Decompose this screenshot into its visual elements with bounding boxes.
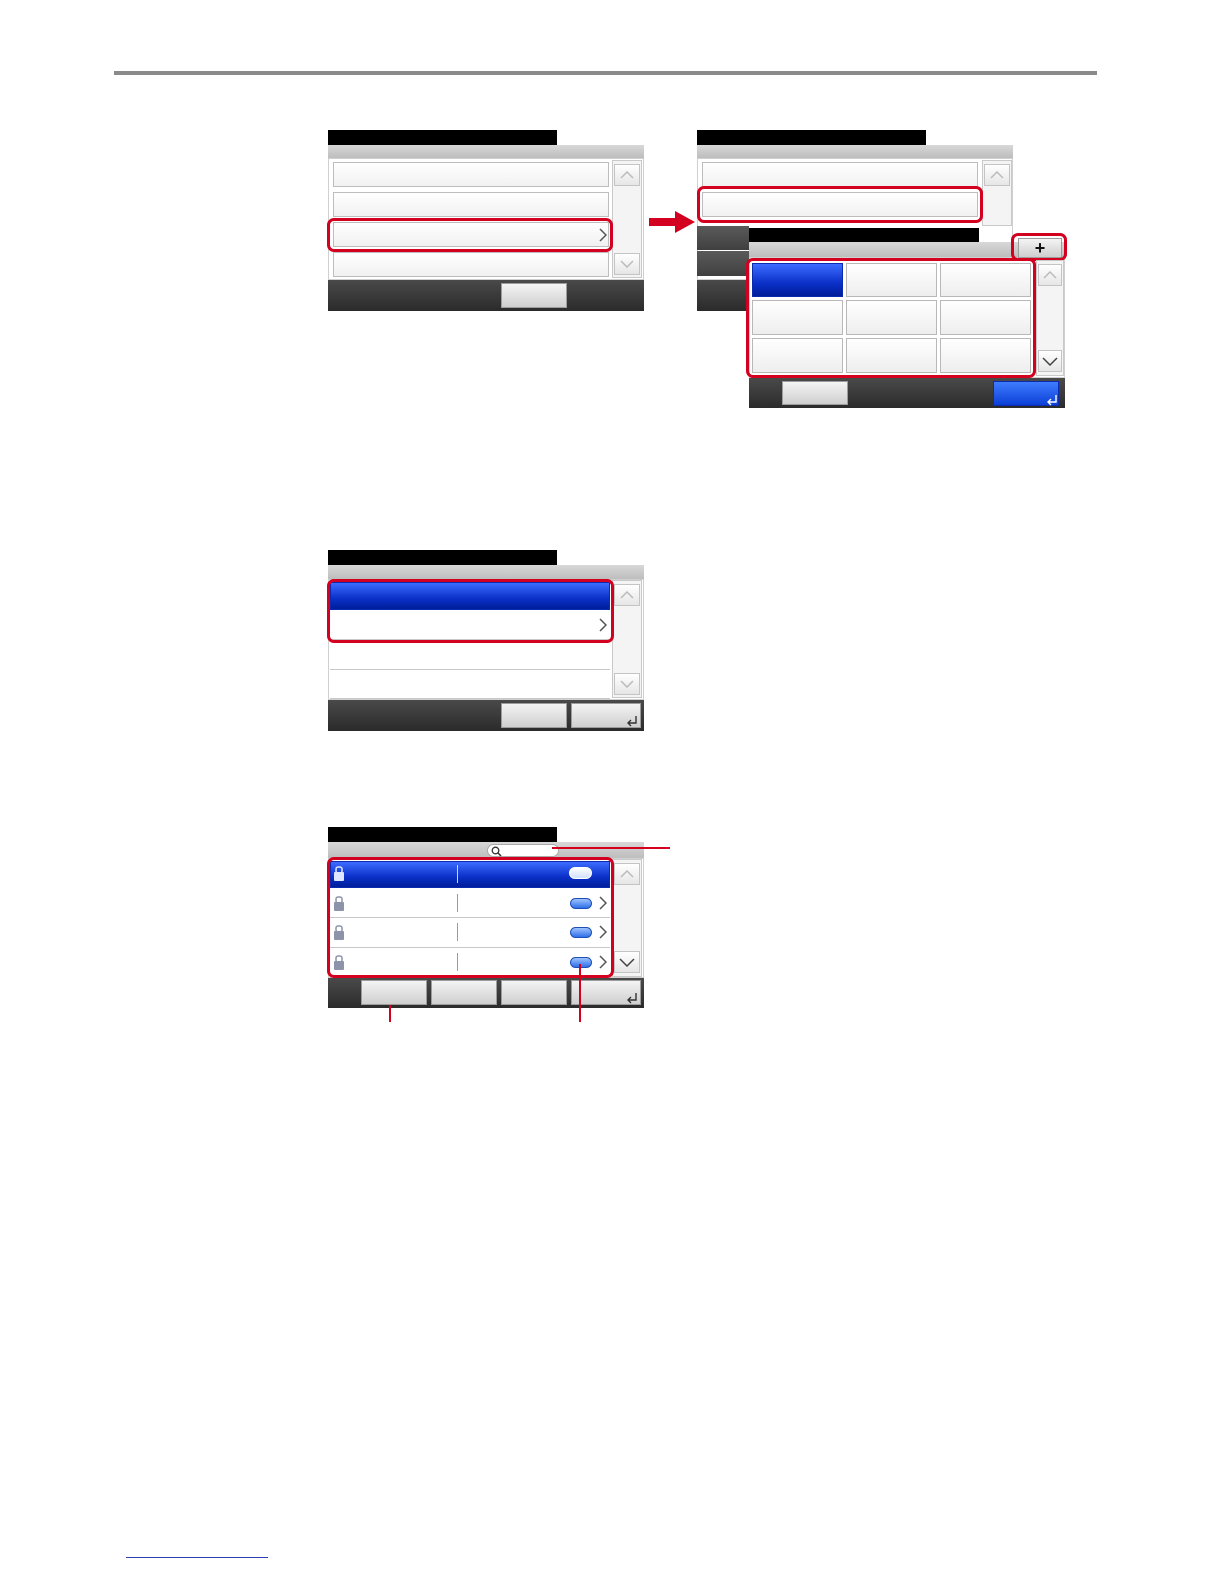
footer-button[interactable] bbox=[501, 980, 567, 1005]
highlight-box bbox=[327, 218, 613, 252]
scroll-up-button[interactable] bbox=[614, 584, 640, 606]
screen-subheader bbox=[328, 842, 644, 858]
footer-link[interactable] bbox=[126, 1557, 268, 1558]
screen-subheader bbox=[328, 145, 644, 158]
screen-title-bar bbox=[328, 827, 557, 842]
scroll-up-button[interactable] bbox=[614, 863, 640, 885]
scroll-down-button[interactable] bbox=[614, 673, 640, 695]
underlying-row bbox=[697, 226, 749, 250]
list-item[interactable] bbox=[702, 162, 978, 187]
footer-button[interactable] bbox=[431, 980, 497, 1005]
top-rule bbox=[114, 71, 1097, 75]
footer-button[interactable] bbox=[501, 283, 567, 308]
enter-icon bbox=[626, 714, 638, 727]
list-item[interactable] bbox=[333, 162, 609, 187]
highlight-box bbox=[697, 186, 983, 223]
enter-icon bbox=[626, 991, 638, 1004]
enter-icon bbox=[1046, 393, 1058, 406]
highlight-box bbox=[1011, 233, 1067, 261]
scroll-up-button[interactable] bbox=[984, 164, 1010, 186]
scroll-down-button[interactable] bbox=[614, 253, 640, 275]
scroll-up-button[interactable] bbox=[1038, 264, 1062, 286]
cancel-button[interactable] bbox=[782, 381, 848, 405]
arrow-right-icon bbox=[649, 211, 695, 233]
screen-subheader bbox=[328, 565, 644, 579]
list-item[interactable] bbox=[330, 671, 610, 699]
callout-line-detail bbox=[579, 964, 581, 1022]
list-item[interactable] bbox=[333, 192, 609, 217]
screen-title-bar bbox=[697, 130, 926, 145]
underlying-row bbox=[697, 251, 749, 276]
scroll-down-button[interactable] bbox=[1038, 350, 1062, 372]
highlight-box bbox=[327, 579, 614, 643]
screen-subheader bbox=[697, 145, 1013, 158]
list-item[interactable] bbox=[333, 252, 609, 277]
highlight-box bbox=[746, 258, 1036, 378]
callout-line-search bbox=[552, 847, 670, 849]
search-icon bbox=[491, 846, 502, 857]
footer-button[interactable] bbox=[361, 980, 427, 1005]
screen-title-bar bbox=[328, 130, 557, 145]
footer-button[interactable] bbox=[501, 703, 567, 728]
list-item[interactable] bbox=[330, 642, 610, 670]
highlight-box bbox=[327, 857, 614, 978]
screen-footer bbox=[328, 280, 644, 311]
search-input[interactable] bbox=[487, 844, 559, 857]
popup-title-bar bbox=[749, 228, 979, 242]
scroll-down-button[interactable] bbox=[614, 951, 640, 973]
screen-footer bbox=[697, 280, 749, 311]
scroll-up-button[interactable] bbox=[614, 164, 640, 186]
callout-line-footer bbox=[389, 1005, 391, 1022]
screen-title-bar bbox=[328, 550, 557, 565]
